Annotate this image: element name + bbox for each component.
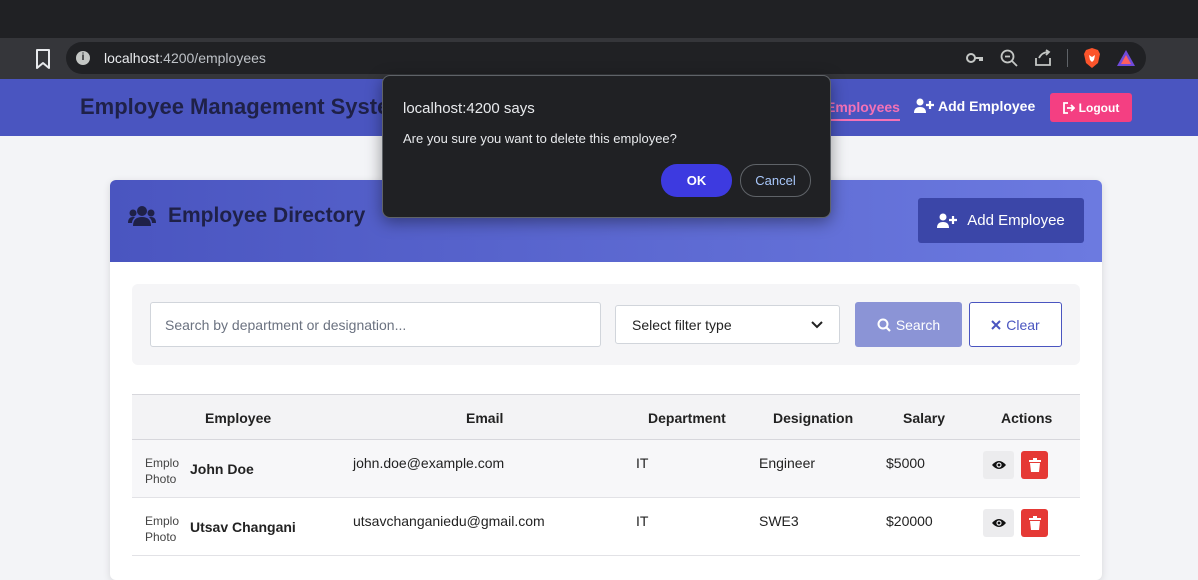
employee-department: IT — [636, 455, 649, 471]
nav-link-add-employee[interactable]: Add Employee — [914, 98, 1035, 114]
close-icon — [991, 319, 1001, 330]
table-row: Employee Photo Utsav Changani utsavchang… — [132, 498, 1080, 556]
nav-link-employees[interactable]: Employees — [826, 99, 900, 121]
employee-designation: SWE3 — [759, 513, 799, 529]
toolbar-separator — [1067, 49, 1068, 67]
brave-rewards-icon[interactable] — [1116, 48, 1136, 68]
employee-directory-card: Employee Directory Add Employee Select f… — [110, 180, 1102, 580]
employee-email: john.doe@example.com — [353, 455, 505, 471]
bookmark-icon[interactable] — [33, 48, 53, 70]
brave-shield-icon[interactable] — [1082, 48, 1102, 68]
column-header-employee: Employee — [205, 410, 272, 426]
address-bar[interactable]: i localhost:4200/employees — [66, 42, 1146, 74]
url-path: :4200/employees — [159, 50, 266, 66]
add-employee-label: Add Employee — [967, 212, 1065, 229]
url-host: localhost — [104, 50, 160, 66]
search-input[interactable] — [150, 302, 601, 347]
search-button[interactable]: Search — [855, 302, 962, 347]
clear-button-label: Clear — [1006, 316, 1040, 333]
chevron-down-icon — [811, 320, 823, 328]
employee-designation: Engineer — [759, 455, 816, 471]
confirm-dialog: localhost:4200 says Are you sure you wan… — [382, 75, 831, 218]
clear-button[interactable]: Clear — [969, 302, 1062, 347]
column-header-designation: Designation — [773, 410, 854, 426]
user-plus-icon — [937, 213, 958, 228]
users-icon — [128, 206, 156, 226]
search-icon — [877, 318, 891, 332]
logout-label: Logout — [1078, 100, 1120, 115]
card-title: Employee Directory — [128, 204, 365, 228]
filter-select-label: Select filter type — [632, 316, 732, 333]
column-header-department: Department — [648, 410, 726, 426]
table-row: Employee Photo John Doe john.doe@example… — [132, 440, 1080, 498]
employee-name: Utsav Changani — [190, 519, 296, 535]
logout-button[interactable]: Logout — [1050, 93, 1132, 122]
nav-add-label: Add Employee — [938, 98, 1036, 114]
add-employee-button[interactable]: Add Employee — [918, 198, 1084, 243]
column-header-actions: Actions — [1001, 410, 1053, 426]
view-button[interactable] — [983, 509, 1014, 537]
column-header-salary: Salary — [903, 410, 946, 426]
key-icon[interactable] — [965, 48, 985, 68]
brand-title[interactable]: Employee Management System — [80, 94, 409, 120]
employee-name: John Doe — [190, 461, 254, 477]
zoom-icon[interactable] — [999, 48, 1019, 68]
employee-table: Employee Email Department Designation Sa… — [132, 394, 1080, 556]
site-info-icon[interactable]: i — [76, 51, 90, 65]
logout-icon — [1062, 101, 1075, 114]
trash-icon — [1028, 516, 1041, 530]
employee-department: IT — [636, 513, 649, 529]
trash-icon — [1028, 458, 1041, 472]
filter-panel: Select filter type Search Clear — [132, 284, 1080, 365]
search-button-label: Search — [895, 316, 941, 333]
browser-toolbar: i localhost:4200/employees — [0, 38, 1198, 79]
employee-photo: Employee Photo — [145, 456, 179, 486]
dialog-ok-button[interactable]: OK — [661, 164, 732, 197]
column-header-email: Email — [466, 410, 504, 426]
employee-salary: $20000 — [886, 513, 933, 529]
view-button[interactable] — [983, 451, 1014, 479]
dialog-cancel-button[interactable]: Cancel — [740, 164, 811, 197]
employee-email: utsavchanganiedu@gmail.com — [353, 513, 545, 529]
table-header: Employee Email Department Designation Sa… — [132, 394, 1080, 440]
dialog-message: Are you sure you want to delete this emp… — [403, 131, 677, 146]
dialog-title: localhost:4200 says — [403, 100, 535, 117]
delete-button[interactable] — [1021, 509, 1048, 537]
eye-icon — [991, 519, 1006, 527]
employee-photo: Employee Photo — [145, 514, 179, 544]
card-title-text: Employee Directory — [168, 204, 366, 227]
address-bar-actions — [965, 48, 1136, 68]
filter-type-select[interactable]: Select filter type — [615, 305, 840, 344]
delete-button[interactable] — [1021, 451, 1048, 479]
user-plus-icon — [914, 98, 934, 113]
browser-tabstrip — [0, 0, 1198, 38]
employee-salary: $5000 — [886, 455, 925, 471]
share-icon[interactable] — [1033, 48, 1053, 68]
url-text[interactable]: localhost:4200/employees — [104, 50, 266, 66]
eye-icon — [991, 461, 1006, 469]
